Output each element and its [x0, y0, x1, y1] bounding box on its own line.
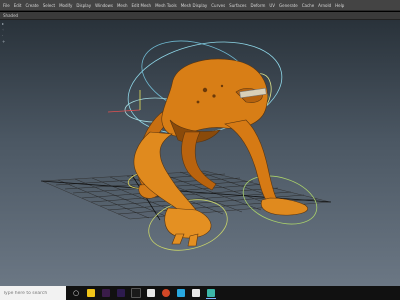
taskbar-search[interactable] [0, 286, 66, 300]
menu-create[interactable]: Create [25, 3, 38, 8]
creature-model[interactable] [133, 58, 309, 247]
menu-deform[interactable]: Deform [250, 3, 265, 8]
windows-taskbar: ○ [0, 286, 400, 300]
3d-viewport[interactable] [0, 20, 400, 286]
app-icon-light[interactable] [146, 288, 156, 298]
task-view-icon[interactable]: ○ [71, 288, 81, 298]
menu-file[interactable]: File [3, 3, 10, 8]
search-input[interactable] [3, 290, 63, 296]
menu-windows[interactable]: Windows [95, 3, 113, 8]
panel-shading-label[interactable]: Shaded [3, 13, 18, 18]
move-tool-icon[interactable]: + [2, 40, 6, 44]
paint-tool-icon[interactable]: · [2, 34, 6, 38]
menu-display[interactable]: Display [76, 3, 91, 8]
menu-edit-mesh[interactable]: Edit Mesh [132, 3, 152, 8]
app-icon-blue[interactable] [176, 288, 186, 298]
menu-edit[interactable]: Edit [14, 3, 22, 8]
after-effects-icon[interactable] [116, 288, 126, 298]
menu-cache[interactable]: Cache [302, 3, 314, 8]
menu-curves[interactable]: Curves [211, 3, 225, 8]
chrome-icon[interactable] [161, 288, 171, 298]
menu-uv[interactable]: UV [269, 3, 275, 8]
premiere-icon[interactable] [101, 288, 111, 298]
menu-help[interactable]: Help [335, 3, 344, 8]
menu-surfaces[interactable]: Surfaces [229, 3, 246, 8]
select-tool-icon[interactable]: ▸ [2, 22, 6, 26]
app-icon-dark[interactable] [131, 288, 141, 298]
main-menubar: File Edit Create Select Modify Display W… [0, 0, 400, 11]
app-icon-white[interactable] [191, 288, 201, 298]
menu-select[interactable]: Select [43, 3, 55, 8]
lasso-tool-icon[interactable]: ◦ [2, 28, 6, 32]
menu-generate[interactable]: Generate [279, 3, 298, 8]
menu-modify[interactable]: Modify [59, 3, 72, 8]
panel-toolbar: Shaded [0, 12, 400, 20]
menu-mesh-display[interactable]: Mesh Display [181, 3, 208, 8]
menu-mesh[interactable]: Mesh [117, 3, 128, 8]
viewport-scene [40, 40, 332, 251]
maya-window: File Edit Create Select Modify Display W… [0, 0, 400, 300]
menu-mesh-tools[interactable]: Mesh Tools [155, 3, 177, 8]
maya-app-icon[interactable] [206, 288, 216, 299]
menu-arnold[interactable]: Arnold [318, 3, 331, 8]
file-explorer-icon[interactable] [86, 288, 96, 298]
tool-strip: ▸ ◦ · + [0, 20, 8, 286]
